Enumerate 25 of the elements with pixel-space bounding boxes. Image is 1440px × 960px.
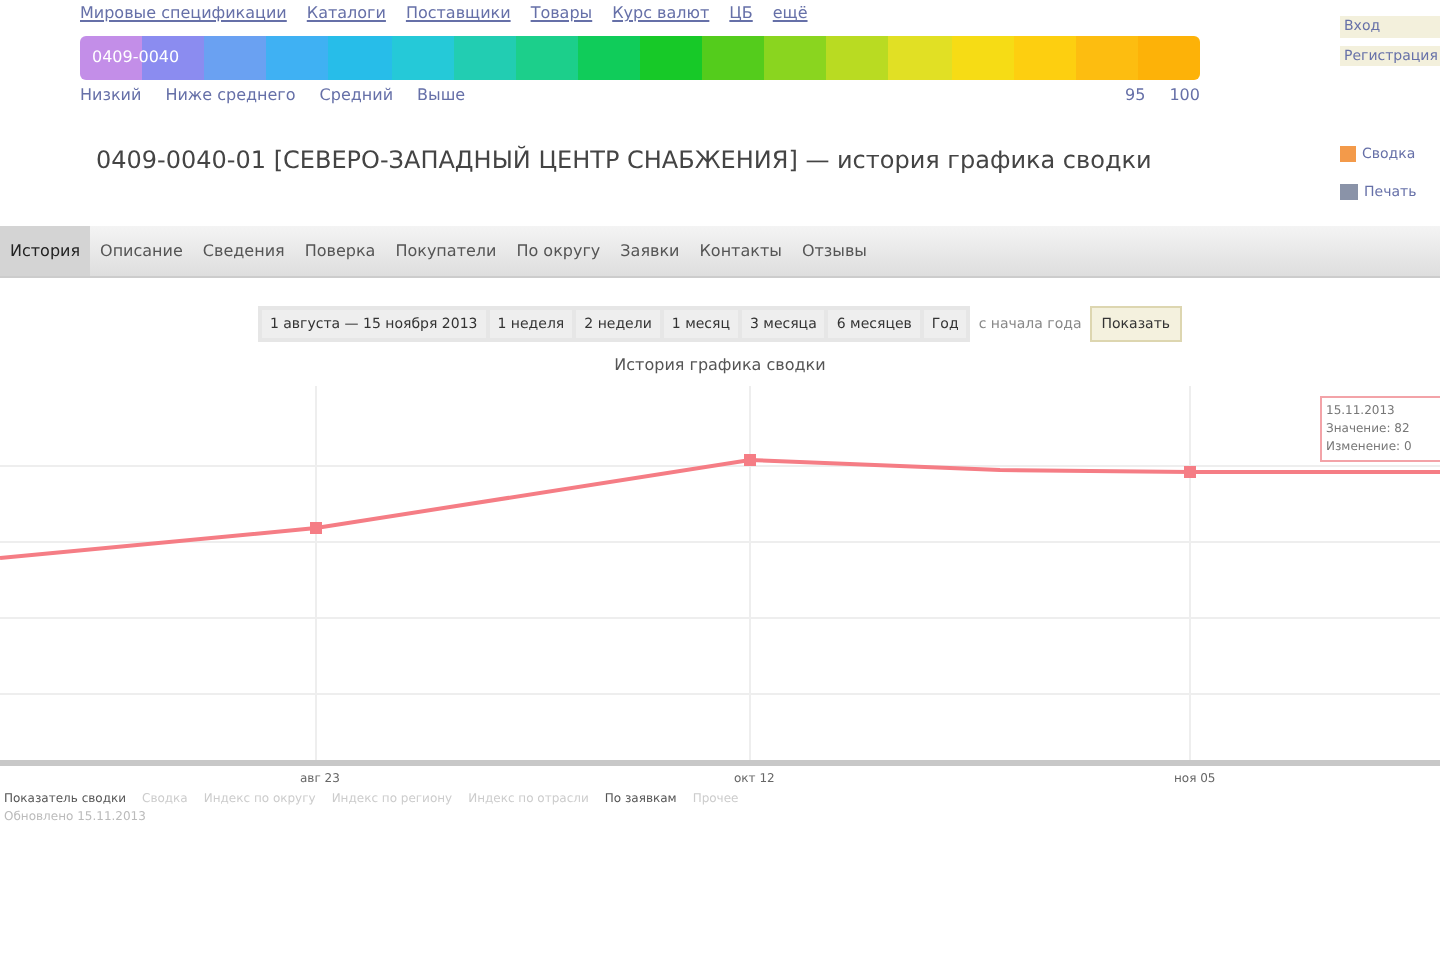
- tab[interactable]: Поверка: [294, 226, 386, 276]
- top-link[interactable]: Поставщики: [405, 2, 511, 26]
- tab[interactable]: Покупатели: [385, 226, 507, 276]
- scale-label: Выше: [417, 84, 466, 108]
- top-link[interactable]: ещё: [772, 2, 808, 26]
- top-link[interactable]: ЦБ: [729, 2, 753, 26]
- scale-label: 100: [1169, 84, 1200, 108]
- tab[interactable]: Описание: [90, 226, 193, 276]
- tab[interactable]: Отзывы: [791, 226, 877, 276]
- top-link[interactable]: Мировые спецификации: [80, 2, 287, 26]
- chart-title: История графика сводки: [614, 354, 826, 378]
- tab[interactable]: Сведения: [192, 226, 295, 276]
- scale-label: Низкий: [80, 84, 142, 108]
- tab[interactable]: История: [0, 226, 91, 276]
- tab[interactable]: Контакты: [689, 226, 792, 276]
- spectrum-label: 0409-0040: [92, 46, 180, 70]
- top-link[interactable]: Каталоги: [306, 2, 386, 26]
- tab[interactable]: По округу: [506, 226, 611, 276]
- scale-label: 95: [1125, 84, 1146, 108]
- scale-label: Ниже среднего: [165, 84, 296, 108]
- tab[interactable]: Заявки: [610, 226, 690, 276]
- scale-label: Средний: [319, 84, 394, 108]
- page-title: 0409-0040-01 [СЕВЕРО-ЗАПАДНЫЙ ЦЕНТР СНАБЖЕНИЯ] — история графика сводки: [94, 144, 1154, 178]
- top-link[interactable]: Курс валют: [612, 2, 710, 26]
- top-link[interactable]: Товары: [530, 2, 593, 26]
